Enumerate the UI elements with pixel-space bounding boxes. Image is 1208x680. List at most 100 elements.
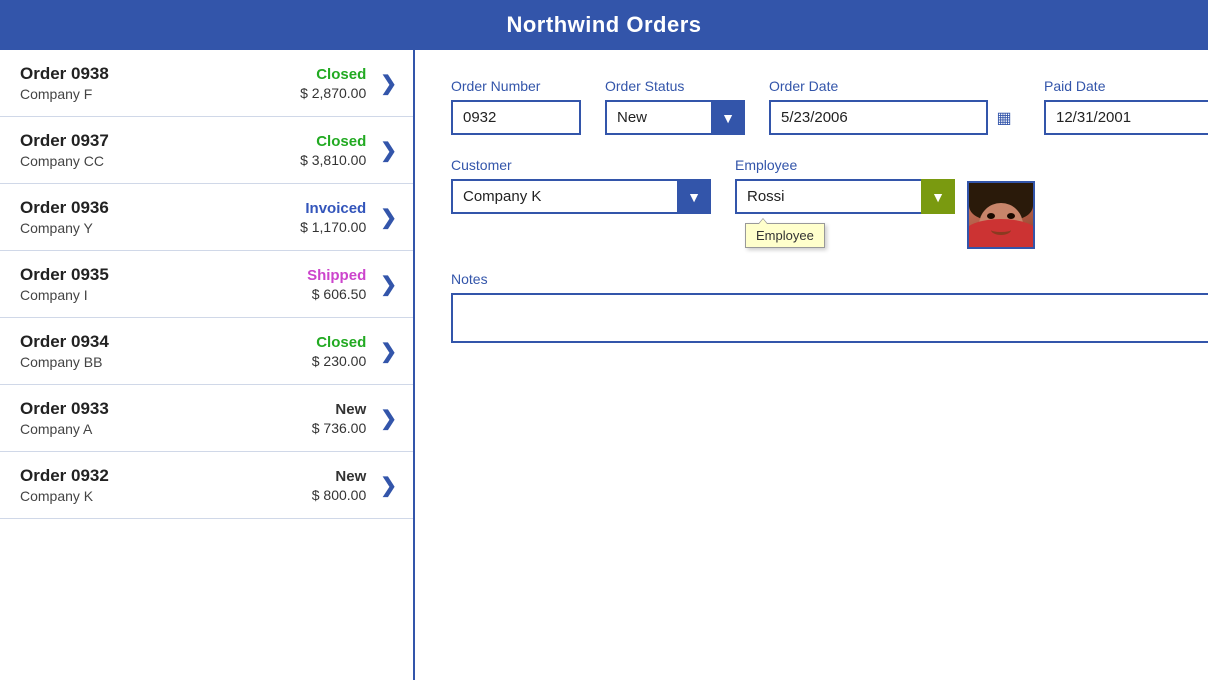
employee-tooltip: Employee xyxy=(745,223,825,248)
order-company: Company Y xyxy=(20,220,300,236)
order-chevron-icon: ❯ xyxy=(380,473,397,498)
order-right: Closed $ 2,870.00 xyxy=(300,66,366,101)
app-container: Northwind Orders Order 0938 Company F Cl… xyxy=(0,0,1208,680)
order-amount: $ 230.00 xyxy=(312,353,367,369)
customer-group: Customer Company KCompany ACompany BComp… xyxy=(451,157,711,214)
order-amount: $ 606.50 xyxy=(307,286,366,302)
order-number: Order 0934 xyxy=(20,332,312,352)
order-number-label: Order Number xyxy=(451,78,581,94)
order-info: Order 0937 Company CC xyxy=(20,131,300,169)
employee-select-group: Employee RossiSmithJones ▼ Employee xyxy=(735,157,955,214)
order-right: Shipped $ 606.50 xyxy=(307,267,366,302)
order-right: New $ 800.00 xyxy=(312,468,367,503)
order-amount: $ 3,810.00 xyxy=(300,152,366,168)
order-status-select[interactable]: NewShippedInvoicedClosed xyxy=(605,100,745,135)
order-list-item[interactable]: Order 0938 Company F Closed $ 2,870.00 ❯ xyxy=(0,50,413,117)
order-status-group: Order Status NewShippedInvoicedClosed ▼ xyxy=(605,78,745,135)
order-chevron-icon: ❯ xyxy=(380,71,397,96)
order-number: Order 0935 xyxy=(20,265,307,285)
order-status: Closed xyxy=(300,133,366,150)
order-date-label: Order Date xyxy=(769,78,1020,94)
order-company: Company K xyxy=(20,488,312,504)
form-row-2: Customer Company KCompany ACompany BComp… xyxy=(451,157,1208,249)
order-list-item[interactable]: Order 0932 Company K New $ 800.00 ❯ xyxy=(0,452,413,519)
paid-date-input[interactable] xyxy=(1044,100,1208,135)
order-amount: $ 1,170.00 xyxy=(300,219,366,235)
app-title: Northwind Orders xyxy=(506,12,701,37)
order-chevron-icon: ❯ xyxy=(380,406,397,431)
order-company: Company F xyxy=(20,86,300,102)
photo-face xyxy=(969,183,1033,247)
customer-select-wrapper: Company KCompany ACompany BCompany I ▼ xyxy=(451,179,711,214)
order-list-item[interactable]: Order 0933 Company A New $ 736.00 ❯ xyxy=(0,385,413,452)
order-number: Order 0938 xyxy=(20,64,300,84)
order-list-item[interactable]: Order 0935 Company I Shipped $ 606.50 ❯ xyxy=(0,251,413,318)
notes-group: Notes xyxy=(451,271,1208,343)
order-right: Closed $ 3,810.00 xyxy=(300,133,366,168)
order-chevron-icon: ❯ xyxy=(380,339,397,364)
employee-dropdown-wrapper: RossiSmithJones ▼ Employee xyxy=(735,179,955,214)
orders-list: Order 0938 Company F Closed $ 2,870.00 ❯… xyxy=(0,50,415,680)
order-info: Order 0935 Company I xyxy=(20,265,307,303)
order-right: Closed $ 230.00 xyxy=(312,334,367,369)
order-date-wrapper: ▦ xyxy=(769,100,1020,135)
order-chevron-icon: ❯ xyxy=(380,138,397,163)
order-number: Order 0933 xyxy=(20,399,312,419)
order-info: Order 0934 Company BB xyxy=(20,332,312,370)
employee-section: Employee RossiSmithJones ▼ Employee xyxy=(735,157,1035,249)
order-number-group: Order Number xyxy=(451,78,581,135)
order-status-select-wrapper: NewShippedInvoicedClosed ▼ xyxy=(605,100,745,135)
customer-label: Customer xyxy=(451,157,711,173)
order-status: Closed xyxy=(312,334,367,351)
photo-eye-left xyxy=(987,213,995,219)
paid-date-label: Paid Date xyxy=(1044,78,1208,94)
order-date-input[interactable] xyxy=(769,100,1020,135)
notes-input[interactable] xyxy=(451,293,1208,343)
order-right: Invoiced $ 1,170.00 xyxy=(300,200,366,235)
order-info: Order 0938 Company F xyxy=(20,64,300,102)
photo-eye-right xyxy=(1007,213,1015,219)
order-number: Order 0936 xyxy=(20,198,300,218)
employee-tooltip-text: Employee xyxy=(756,228,814,243)
order-list-item[interactable]: Order 0934 Company BB Closed $ 230.00 ❯ xyxy=(0,318,413,385)
order-detail-form: Order Number Order Status NewShippedInvo… xyxy=(415,50,1208,680)
employee-label: Employee xyxy=(735,157,955,173)
employee-photo xyxy=(967,181,1035,249)
order-amount: $ 736.00 xyxy=(312,420,367,436)
order-company: Company CC xyxy=(20,153,300,169)
order-chevron-icon: ❯ xyxy=(380,205,397,230)
order-amount: $ 800.00 xyxy=(312,487,367,503)
order-status-label: Order Status xyxy=(605,78,745,94)
order-info: Order 0936 Company Y xyxy=(20,198,300,236)
order-info: Order 0932 Company K xyxy=(20,466,312,504)
paid-date-wrapper: ▦ xyxy=(1044,100,1208,135)
notes-label: Notes xyxy=(451,271,1208,287)
paid-date-group: Paid Date ▦ xyxy=(1044,78,1208,135)
order-date-group: Order Date ▦ xyxy=(769,78,1020,135)
order-company: Company I xyxy=(20,287,307,303)
app-header: Northwind Orders xyxy=(0,0,1208,50)
order-company: Company BB xyxy=(20,354,312,370)
order-list-item[interactable]: Order 0937 Company CC Closed $ 3,810.00 … xyxy=(0,117,413,184)
order-right: New $ 736.00 xyxy=(312,401,367,436)
order-company: Company A xyxy=(20,421,312,437)
order-status: New xyxy=(312,401,367,418)
calendar-icon: ▦ xyxy=(996,108,1011,128)
order-status: Shipped xyxy=(307,267,366,284)
employee-select[interactable]: RossiSmithJones xyxy=(735,179,955,214)
customer-select[interactable]: Company KCompany ACompany BCompany I xyxy=(451,179,711,214)
form-row-1: Order Number Order Status NewShippedInvo… xyxy=(451,78,1208,135)
main-content: Order 0938 Company F Closed $ 2,870.00 ❯… xyxy=(0,50,1208,680)
order-status: Closed xyxy=(300,66,366,83)
photo-smile xyxy=(991,225,1011,235)
order-number: Order 0932 xyxy=(20,466,312,486)
order-chevron-icon: ❯ xyxy=(380,272,397,297)
order-number: Order 0937 xyxy=(20,131,300,151)
order-date-calendar-button[interactable]: ▦ xyxy=(986,100,1020,135)
order-status: Invoiced xyxy=(300,200,366,217)
order-amount: $ 2,870.00 xyxy=(300,85,366,101)
order-status: New xyxy=(312,468,367,485)
order-number-input[interactable] xyxy=(451,100,581,135)
order-list-item[interactable]: Order 0936 Company Y Invoiced $ 1,170.00… xyxy=(0,184,413,251)
order-info: Order 0933 Company A xyxy=(20,399,312,437)
